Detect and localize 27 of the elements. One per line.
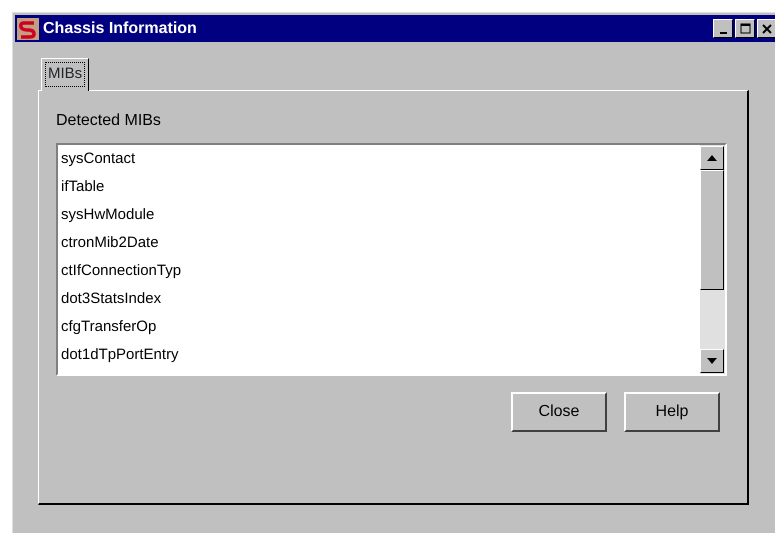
help-button[interactable]: Help [624,392,720,432]
maximize-icon [740,23,750,34]
list-item[interactable]: ctronMib2Date [58,232,700,260]
list-label: Detected MIBs [56,111,162,131]
close-button[interactable] [757,19,775,38]
list-item[interactable]: dot3StatsIndex [58,288,700,316]
tab[interactable]: MIBs [41,58,90,91]
list-item[interactable]: sysContact [58,148,700,176]
scroll-up-button[interactable] [700,146,724,170]
up-arrow-icon [707,155,717,161]
list-item[interactable]: ctIfConnectionTyp [58,260,700,288]
scrollbar-thumb[interactable] [700,170,724,290]
minimize-button[interactable] [713,19,733,38]
list-item[interactable]: dot1dTpPortEntry [58,344,700,372]
minimize-icon [720,32,726,34]
mib-list[interactable]: sysContact ifTable sysHwModule ctronMib2Date ctIfConnectionTyp dot3StatsIndex cfgTransferOp dot1dTpPortEntry [56,143,727,376]
list-item[interactable]: ifTable [58,176,700,204]
scrollbar[interactable] [700,145,725,374]
app-icon [17,18,39,40]
close-icon [762,24,772,34]
list-item[interactable]: cfgTransferOp [58,316,700,344]
maximize-button[interactable] [735,19,755,38]
down-arrow-icon [707,358,717,364]
close-button[interactable]: Close [511,392,607,432]
scroll-down-button[interactable] [700,349,724,373]
window-title: Chassis Information [43,18,197,38]
list-item[interactable]: sysHwModule [58,204,700,232]
